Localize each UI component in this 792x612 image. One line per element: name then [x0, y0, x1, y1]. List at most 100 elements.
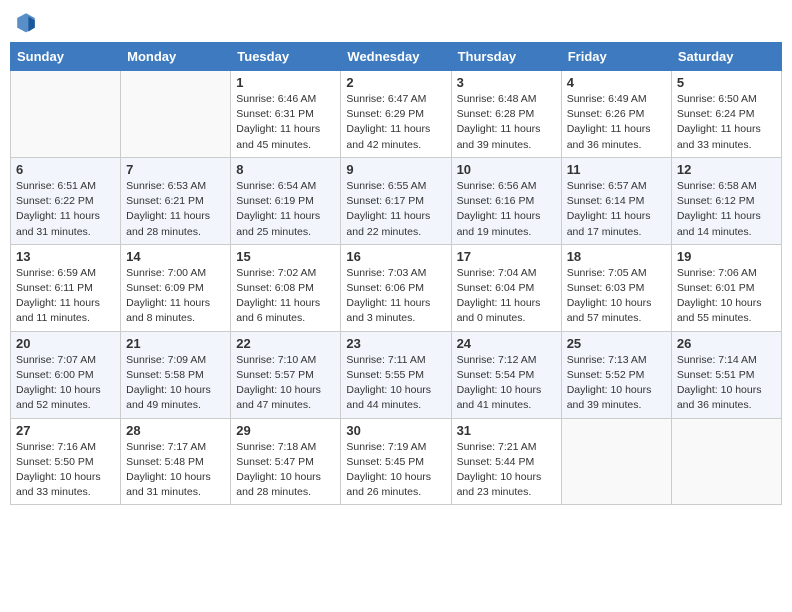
day-number: 26: [677, 336, 776, 351]
day-info: Sunrise: 6:56 AM Sunset: 6:16 PM Dayligh…: [457, 179, 556, 240]
calendar-cell: 22 Sunrise: 7:10 AM Sunset: 5:57 PM Dayli…: [231, 331, 341, 418]
calendar-cell: 21Sunrise: 7:09 AM Sunset: 5:58 PM Dayli…: [121, 331, 231, 418]
calendar-cell: [561, 418, 671, 505]
day-number: 6: [16, 162, 115, 177]
week-row-2: 6 Sunrise: 6:51 AM Sunset: 6:22 PM Daylig…: [11, 157, 782, 244]
calendar-cell: 12 Sunrise: 6:58 AM Sunset: 6:12 PM Dayli…: [671, 157, 781, 244]
week-row-5: 27 Sunrise: 7:16 AM Sunset: 5:50 PM Dayli…: [11, 418, 782, 505]
calendar-cell: 8 Sunrise: 6:54 AM Sunset: 6:19 PM Daylig…: [231, 157, 341, 244]
day-info: Sunrise: 6:57 AM Sunset: 6:14 PM Dayligh…: [567, 179, 666, 240]
calendar-cell: [11, 71, 121, 158]
day-number: 22: [236, 336, 335, 351]
header-row: SundayMondayTuesdayWednesdayThursdayFrid…: [11, 43, 782, 71]
day-info: Sunrise: 6:47 AM Sunset: 6:29 PM Dayligh…: [346, 92, 445, 153]
day-info: Sunrise: 6:51 AM Sunset: 6:22 PM Dayligh…: [16, 179, 115, 240]
day-info: Sunrise: 6:55 AM Sunset: 6:17 PM Dayligh…: [346, 179, 445, 240]
week-row-4: 20Sunrise: 7:07 AM Sunset: 6:00 PM Dayli…: [11, 331, 782, 418]
calendar-cell: 11 Sunrise: 6:57 AM Sunset: 6:14 PM Dayli…: [561, 157, 671, 244]
calendar-cell: 27 Sunrise: 7:16 AM Sunset: 5:50 PM Dayli…: [11, 418, 121, 505]
calendar-cell: 18 Sunrise: 7:05 AM Sunset: 6:03 PM Dayli…: [561, 244, 671, 331]
calendar-cell: 7Sunrise: 6:53 AM Sunset: 6:21 PM Daylig…: [121, 157, 231, 244]
day-number: 3: [457, 75, 556, 90]
calendar-cell: 16 Sunrise: 7:03 AM Sunset: 6:06 PM Dayli…: [341, 244, 451, 331]
day-number: 14: [126, 249, 225, 264]
calendar-cell: 30 Sunrise: 7:19 AM Sunset: 5:45 PM Dayli…: [341, 418, 451, 505]
day-info: Sunrise: 7:11 AM Sunset: 5:55 PM Dayligh…: [346, 353, 445, 414]
column-header-sunday: Sunday: [11, 43, 121, 71]
calendar-cell: 20Sunrise: 7:07 AM Sunset: 6:00 PM Dayli…: [11, 331, 121, 418]
day-info: Sunrise: 6:59 AM Sunset: 6:11 PM Dayligh…: [16, 266, 115, 327]
logo-icon: [14, 10, 38, 34]
day-number: 15: [236, 249, 335, 264]
day-info: Sunrise: 7:05 AM Sunset: 6:03 PM Dayligh…: [567, 266, 666, 327]
calendar-cell: 1Sunrise: 6:46 AM Sunset: 6:31 PM Daylig…: [231, 71, 341, 158]
calendar-cell: [121, 71, 231, 158]
calendar-cell: 4 Sunrise: 6:49 AM Sunset: 6:26 PM Daylig…: [561, 71, 671, 158]
day-info: Sunrise: 7:06 AM Sunset: 6:01 PM Dayligh…: [677, 266, 776, 327]
day-number: 18: [567, 249, 666, 264]
calendar-cell: 5 Sunrise: 6:50 AM Sunset: 6:24 PM Daylig…: [671, 71, 781, 158]
day-info: Sunrise: 7:04 AM Sunset: 6:04 PM Dayligh…: [457, 266, 556, 327]
week-row-3: 13 Sunrise: 6:59 AM Sunset: 6:11 PM Dayli…: [11, 244, 782, 331]
day-info: Sunrise: 7:02 AM Sunset: 6:08 PM Dayligh…: [236, 266, 335, 327]
day-number: 1: [236, 75, 335, 90]
calendar-cell: 15 Sunrise: 7:02 AM Sunset: 6:08 PM Dayli…: [231, 244, 341, 331]
day-number: 23: [346, 336, 445, 351]
day-info: Sunrise: 7:14 AM Sunset: 5:51 PM Dayligh…: [677, 353, 776, 414]
column-header-monday: Monday: [121, 43, 231, 71]
calendar-cell: 25 Sunrise: 7:13 AM Sunset: 5:52 PM Dayli…: [561, 331, 671, 418]
day-info: Sunrise: 7:13 AM Sunset: 5:52 PM Dayligh…: [567, 353, 666, 414]
day-number: 25: [567, 336, 666, 351]
day-number: 17: [457, 249, 556, 264]
day-number: 28: [126, 423, 225, 438]
calendar-cell: 13 Sunrise: 6:59 AM Sunset: 6:11 PM Dayli…: [11, 244, 121, 331]
day-number: 5: [677, 75, 776, 90]
calendar-cell: 10Sunrise: 6:56 AM Sunset: 6:16 PM Dayli…: [451, 157, 561, 244]
day-info: Sunrise: 7:00 AM Sunset: 6:09 PM Dayligh…: [126, 266, 225, 327]
calendar-cell: 6 Sunrise: 6:51 AM Sunset: 6:22 PM Daylig…: [11, 157, 121, 244]
column-header-saturday: Saturday: [671, 43, 781, 71]
day-number: 30: [346, 423, 445, 438]
day-number: 4: [567, 75, 666, 90]
calendar-cell: 17 Sunrise: 7:04 AM Sunset: 6:04 PM Dayli…: [451, 244, 561, 331]
day-number: 8: [236, 162, 335, 177]
column-header-wednesday: Wednesday: [341, 43, 451, 71]
day-info: Sunrise: 6:49 AM Sunset: 6:26 PM Dayligh…: [567, 92, 666, 153]
day-number: 9: [346, 162, 445, 177]
column-header-tuesday: Tuesday: [231, 43, 341, 71]
logo: [14, 10, 42, 34]
day-number: 31: [457, 423, 556, 438]
day-info: Sunrise: 7:21 AM Sunset: 5:44 PM Dayligh…: [457, 440, 556, 501]
day-info: Sunrise: 6:58 AM Sunset: 6:12 PM Dayligh…: [677, 179, 776, 240]
day-info: Sunrise: 7:17 AM Sunset: 5:48 PM Dayligh…: [126, 440, 225, 501]
column-header-thursday: Thursday: [451, 43, 561, 71]
calendar-cell: [671, 418, 781, 505]
calendar-table: SundayMondayTuesdayWednesdayThursdayFrid…: [10, 42, 782, 505]
calendar-cell: 29Sunrise: 7:18 AM Sunset: 5:47 PM Dayli…: [231, 418, 341, 505]
calendar-cell: 19 Sunrise: 7:06 AM Sunset: 6:01 PM Dayli…: [671, 244, 781, 331]
day-info: Sunrise: 6:54 AM Sunset: 6:19 PM Dayligh…: [236, 179, 335, 240]
day-info: Sunrise: 7:18 AM Sunset: 5:47 PM Dayligh…: [236, 440, 335, 501]
calendar-cell: 24Sunrise: 7:12 AM Sunset: 5:54 PM Dayli…: [451, 331, 561, 418]
day-number: 27: [16, 423, 115, 438]
day-number: 12: [677, 162, 776, 177]
calendar-cell: 2 Sunrise: 6:47 AM Sunset: 6:29 PM Daylig…: [341, 71, 451, 158]
day-number: 13: [16, 249, 115, 264]
day-info: Sunrise: 7:10 AM Sunset: 5:57 PM Dayligh…: [236, 353, 335, 414]
calendar-cell: 3 Sunrise: 6:48 AM Sunset: 6:28 PM Daylig…: [451, 71, 561, 158]
day-info: Sunrise: 7:19 AM Sunset: 5:45 PM Dayligh…: [346, 440, 445, 501]
day-number: 19: [677, 249, 776, 264]
day-number: 24: [457, 336, 556, 351]
week-row-1: 1Sunrise: 6:46 AM Sunset: 6:31 PM Daylig…: [11, 71, 782, 158]
calendar-cell: 14 Sunrise: 7:00 AM Sunset: 6:09 PM Dayli…: [121, 244, 231, 331]
day-info: Sunrise: 6:48 AM Sunset: 6:28 PM Dayligh…: [457, 92, 556, 153]
day-number: 11: [567, 162, 666, 177]
day-number: 7: [126, 162, 225, 177]
day-info: Sunrise: 7:16 AM Sunset: 5:50 PM Dayligh…: [16, 440, 115, 501]
day-number: 2: [346, 75, 445, 90]
day-info: Sunrise: 7:03 AM Sunset: 6:06 PM Dayligh…: [346, 266, 445, 327]
day-info: Sunrise: 7:07 AM Sunset: 6:00 PM Dayligh…: [16, 353, 115, 414]
day-number: 16: [346, 249, 445, 264]
day-info: Sunrise: 6:50 AM Sunset: 6:24 PM Dayligh…: [677, 92, 776, 153]
calendar-cell: 28 Sunrise: 7:17 AM Sunset: 5:48 PM Dayli…: [121, 418, 231, 505]
